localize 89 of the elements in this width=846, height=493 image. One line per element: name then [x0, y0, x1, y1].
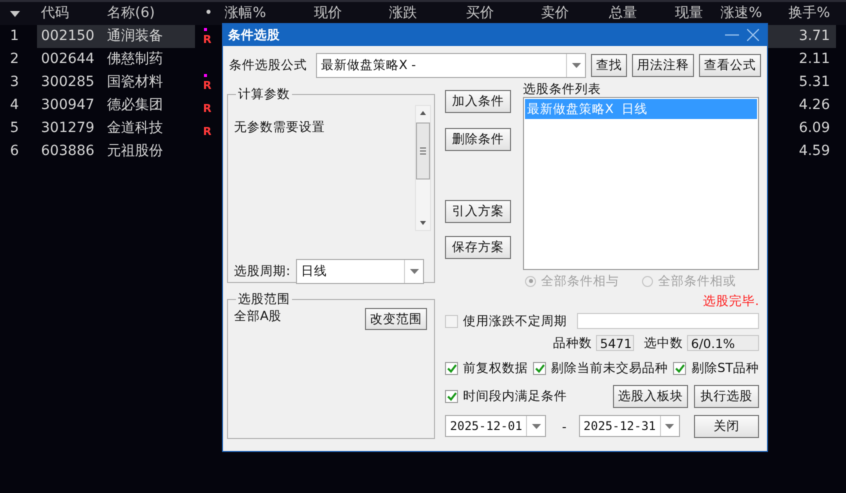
- table-cell-text: 金道科技: [106, 119, 164, 138]
- column-header[interactable]: 买价: [466, 5, 494, 21]
- date-picker[interactable]: 2025-12-31: [578, 415, 680, 437]
- sort-icon[interactable]: [10, 10, 20, 16]
- checkbox[interactable]: [533, 362, 546, 374]
- table-cell-text: 6.09: [798, 119, 831, 138]
- params-text: 无参数需要设置: [234, 119, 325, 136]
- field-label: 条件选股公式: [228, 56, 308, 74]
- group-title: 计算参数: [238, 86, 290, 101]
- table-cell-text: 301279: [40, 119, 96, 138]
- column-header[interactable]: 现量: [675, 5, 703, 21]
- radio-label: 全部条件相与: [541, 272, 619, 290]
- rating-mark: R: [203, 78, 212, 94]
- formula-dropdown[interactable]: 最新做盘策略X -: [316, 52, 586, 78]
- table-cell-text: 国瓷材料: [106, 73, 164, 92]
- rating-mark: R: [203, 32, 212, 48]
- table-cell: 3.71: [768, 25, 836, 48]
- checkbox[interactable]: [445, 314, 458, 328]
- dialog-button[interactable]: 删除条件: [445, 128, 511, 151]
- checkbox[interactable]: [445, 362, 458, 374]
- dialog-button[interactable]: 查找: [591, 54, 627, 76]
- checkbox-label: 前复权数据: [463, 360, 528, 376]
- table-cell-text: 300947: [40, 96, 96, 115]
- change-scope-button[interactable]: 改变范围: [365, 308, 427, 330]
- table-cell-text: 5.31: [798, 73, 831, 92]
- count-value: 6/0.1%: [687, 335, 759, 351]
- close-button[interactable]: 关闭: [694, 414, 759, 438]
- scrollbar[interactable]: [415, 105, 431, 231]
- row-number: 1: [10, 27, 19, 46]
- row-number: 5: [10, 119, 19, 138]
- scope-text: 全部A股: [234, 308, 282, 325]
- dialog-button[interactable]: 查看公式: [699, 54, 761, 76]
- column-header[interactable]: 涨幅%: [224, 5, 266, 21]
- group-title: 选股范围: [238, 291, 290, 306]
- row-number: 6: [10, 142, 19, 161]
- dialog-button[interactable]: 加入条件: [445, 90, 511, 113]
- table-cell-text: 300285: [40, 73, 96, 92]
- caret-icon: [410, 269, 419, 274]
- table-cell-text: 德必集团: [106, 96, 164, 115]
- dialog-button[interactable]: 引入方案: [445, 200, 511, 223]
- table-cell-text: 元祖股份: [106, 142, 164, 161]
- period-dropdown[interactable]: 日线: [296, 259, 424, 284]
- close-icon[interactable]: [747, 29, 759, 41]
- input-field[interactable]: [577, 313, 759, 329]
- rating-mark: R: [203, 124, 212, 140]
- column-header[interactable]: 涨速%: [720, 5, 762, 21]
- checkbox[interactable]: [445, 390, 458, 402]
- table-cell: 通润装备: [103, 25, 195, 48]
- table-cell-text: 4.59: [798, 142, 831, 161]
- date-picker[interactable]: 2025-12-01: [445, 415, 546, 437]
- window-title: 条件选股: [228, 26, 280, 44]
- caret-icon: [665, 424, 674, 428]
- column-header[interactable]: 代码: [41, 5, 69, 21]
- row-number: 4: [10, 96, 19, 115]
- column-header[interactable]: 涨跌: [389, 5, 417, 21]
- checkbox-label: 剔除ST品种: [691, 360, 759, 376]
- table-cell-text: 002644: [40, 50, 96, 69]
- column-header[interactable]: 总量: [609, 5, 637, 21]
- list-title: 选股条件列表: [523, 81, 602, 97]
- column-header[interactable]: 现价: [314, 5, 342, 21]
- dialog-button[interactable]: 用法注释: [632, 54, 694, 76]
- count-value: 5471: [596, 335, 634, 351]
- row-number: 3: [10, 73, 19, 92]
- column-header[interactable]: 卖价: [541, 5, 569, 21]
- caret-icon: [532, 424, 540, 428]
- count-label: 选中数: [644, 334, 683, 352]
- table-cell-text: 603886: [40, 142, 96, 161]
- column-header[interactable]: 换手%: [788, 5, 830, 21]
- dialog-button[interactable]: 保存方案: [445, 236, 511, 259]
- column-header[interactable]: •: [204, 5, 213, 21]
- table-cell: 002150: [37, 25, 103, 48]
- caret-icon: [572, 62, 580, 68]
- radio-label: 全部条件相或: [658, 272, 736, 290]
- date-separator: -: [562, 418, 567, 434]
- dialog-button[interactable]: 选股入板块: [613, 384, 688, 408]
- table-cell-text: 佛慈制药: [106, 50, 164, 69]
- checkbox[interactable]: [673, 362, 686, 374]
- checkbox-label: 使用涨跌不定周期: [463, 312, 567, 330]
- table-cell-text: 2.11: [798, 50, 831, 69]
- rating-mark: R: [203, 101, 212, 117]
- status-text: 选股完毕.: [703, 293, 759, 308]
- field-label: 选股周期:: [234, 263, 290, 280]
- column-header[interactable]: 名称(6): [107, 5, 155, 21]
- table-cell-text: 4.26: [798, 96, 831, 115]
- dialog-button[interactable]: 执行选股: [694, 384, 759, 408]
- count-label: 品种数: [553, 334, 592, 352]
- checkbox-label: 剔除当前未交易品种: [551, 360, 668, 376]
- row-number: 2: [10, 50, 19, 69]
- checkbox-label: 时间段内满足条件: [463, 388, 567, 404]
